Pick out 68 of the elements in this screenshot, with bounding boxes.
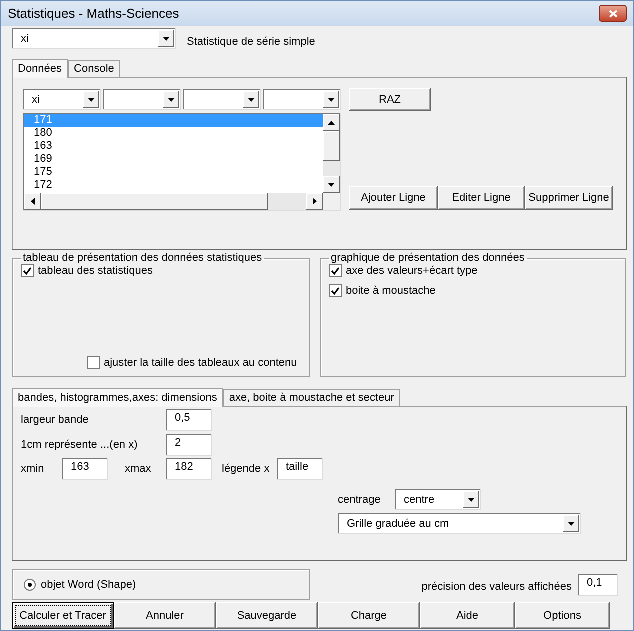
column-dropdown[interactable]: xi [23,89,101,110]
centering-dropdown[interactable]: centre [395,489,481,510]
list-item[interactable]: 175 [24,166,323,179]
window-title: Statistiques - Maths-Sciences [8,6,180,21]
arrow-left-icon [30,198,34,205]
dialog-button[interactable]: Calculer et Tracer [12,602,114,629]
dialog-button[interactable]: Charge [318,602,420,629]
checkbox[interactable] [21,264,34,277]
field-label: largeur bande [21,414,90,426]
input-field[interactable]: taille [277,458,323,480]
checkbox-label: axe des valeurs+écart type [346,264,478,276]
caret-icon [88,98,94,102]
input-field[interactable]: 2 [166,434,212,456]
radio-label: objet Word (Shape) [41,578,136,590]
arrow-up-icon [328,120,335,124]
list-item[interactable]: 172 [24,179,323,192]
dialog-button[interactable]: Options [515,602,610,629]
tab[interactable]: Données [12,59,68,78]
checkbox[interactable] [87,356,100,369]
series-label: Statistique de série simple [187,36,316,48]
checkbox-label: tableau des statistiques [38,264,153,276]
list-item[interactable]: 180 [24,127,323,140]
caret-icon [248,98,254,102]
checkbox[interactable] [329,264,342,277]
tab[interactable]: Console [68,60,120,77]
dialog-button[interactable]: Annuler [114,602,216,629]
frame-title: graphique de présentation des données [330,252,526,264]
scrollbar[interactable] [24,193,323,210]
tab[interactable]: bandes, histogrammes,axes: dimensions [12,388,224,407]
caret-icon [162,36,170,40]
caret-icon [328,98,334,102]
frame-title: tableau de présentation des données statistiques [22,252,264,264]
row-button[interactable]: Editer Ligne [438,186,525,210]
caret-icon [468,498,474,502]
series-dropdown[interactable]: xi [12,28,176,49]
arrow-down-icon [328,182,335,186]
input-field[interactable]: 0,5 [166,409,212,431]
column-dropdown[interactable] [183,89,261,110]
row-button[interactable]: Supprimer Ligne [525,186,613,210]
field-label: xmax [125,463,152,475]
tab[interactable]: axe, boite à moustache et secteur [223,389,400,406]
radio-button[interactable] [24,578,36,590]
row-button[interactable]: Ajouter Ligne [349,186,438,210]
dialog-button[interactable]: Aide [420,602,515,629]
column-dropdown[interactable] [263,89,341,110]
checkbox[interactable] [329,284,342,297]
field-label: 1cm représente ...(en x) [21,439,139,451]
checkbox-label: boite à moustache [346,284,436,296]
dialog-button[interactable]: Sauvegarde [216,602,318,629]
input-field[interactable]: 182 [166,458,212,480]
input-field[interactable]: 0,1 [578,574,618,596]
field-label: précision des valeurs affichées [422,581,572,593]
arrow-right-icon [312,198,316,205]
field-label: légende x [222,463,271,475]
list-item[interactable]: 163 [24,140,323,153]
field-label: xmin [21,463,46,475]
close-button[interactable] [599,5,627,22]
grid-dropdown[interactable]: Grille graduée au cm [338,513,581,534]
close-icon [608,10,618,18]
checkbox-label: ajuster la taille des tableaux au contenu [104,356,298,368]
scrollbar[interactable] [323,114,340,193]
field-label: centrage [338,494,382,506]
caret-icon [168,98,174,102]
input-field[interactable]: 163 [62,458,108,480]
column-dropdown[interactable] [103,89,181,110]
reset-button[interactable]: RAZ [349,88,431,111]
list-item[interactable]: 169 [24,153,323,166]
caret-icon [568,522,574,526]
